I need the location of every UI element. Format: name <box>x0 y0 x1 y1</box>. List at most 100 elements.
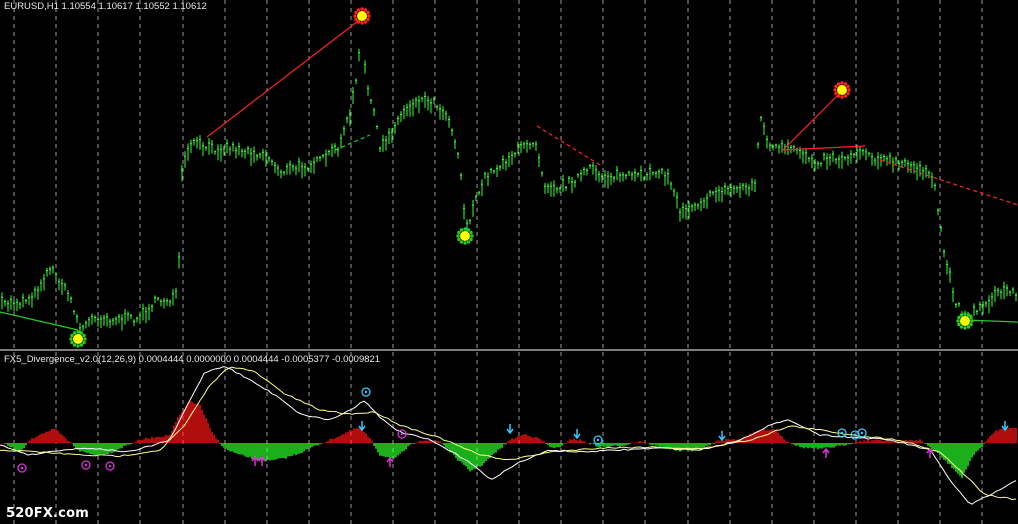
cyan-down-arrow-icon <box>1001 421 1009 432</box>
marker-ray <box>353 14 357 18</box>
marker-ray <box>72 331 77 335</box>
marker-ray <box>833 88 837 92</box>
marker-ray <box>836 82 841 86</box>
marker-ray <box>843 94 848 98</box>
indicator-header: FX5_Divergence_v2.0(12,26,9) 0.0004444 0… <box>4 354 381 365</box>
marker-ray <box>469 237 473 242</box>
marker-ray <box>356 8 361 12</box>
marker-ray <box>457 237 461 242</box>
marker-core <box>73 334 83 344</box>
magenta-circle-icon <box>81 460 91 470</box>
marker-ray <box>366 17 370 22</box>
price-pane <box>0 7 1018 348</box>
indicator-pane <box>0 365 1017 505</box>
marker-ray <box>356 20 361 24</box>
marker-ray <box>966 313 971 317</box>
marker-ray <box>360 7 364 11</box>
marker-core <box>357 11 367 21</box>
divergence-line <box>536 125 601 166</box>
marker-ray <box>82 333 86 338</box>
magenta-up-arrow-icon <box>386 456 394 467</box>
marker-ray <box>360 21 364 25</box>
marker-ray <box>354 10 358 15</box>
cyan-circle-icon <box>361 387 371 397</box>
marker-ray <box>969 315 973 320</box>
magenta-up-arrow-icon <box>251 455 259 466</box>
marker-ray <box>969 322 973 327</box>
cyan-circle-icon <box>593 435 603 445</box>
marker-ray <box>963 312 967 316</box>
ring-dot <box>400 432 404 436</box>
ring-dot <box>20 466 24 470</box>
marker-ray <box>956 319 960 323</box>
marker-ray <box>367 14 371 18</box>
marker-ray <box>957 315 961 320</box>
ring-dot <box>840 431 844 435</box>
macd-line <box>0 365 1017 505</box>
magenta-up-arrow-icon <box>822 447 830 458</box>
bull-divergence-line <box>334 134 371 151</box>
marker-ray <box>459 240 464 244</box>
marker-ray <box>76 330 80 334</box>
ring-dot <box>108 464 112 468</box>
ring-dot <box>596 438 600 442</box>
marker-ray <box>363 8 368 12</box>
divergence-line <box>782 145 866 151</box>
marker-ray <box>70 333 74 338</box>
marker-ray <box>840 95 844 99</box>
signal-line <box>0 366 1017 501</box>
marker-ray <box>843 82 848 86</box>
marker-ray <box>957 322 961 327</box>
marker-ray <box>834 84 838 89</box>
cyan-down-arrow-icon <box>718 431 726 442</box>
marker-ray <box>457 230 461 235</box>
marker-ray <box>354 17 358 22</box>
marker-ray <box>963 326 967 330</box>
marker-ray <box>459 228 464 232</box>
marker-ray <box>847 88 851 92</box>
symbol-header: EURUSD,H1 1.10554 1.10617 1.10552 1.1061… <box>4 1 207 12</box>
marker-ray <box>79 343 84 347</box>
marker-ray <box>846 91 850 96</box>
marker-ray <box>966 325 971 329</box>
chart-canvas[interactable] <box>0 0 1018 524</box>
marker-ray <box>363 20 368 24</box>
marker-ray <box>959 313 964 317</box>
marker-ray <box>69 337 73 341</box>
marker-ray <box>72 343 77 347</box>
marker-core <box>460 231 470 241</box>
cyan-down-arrow-icon <box>573 429 581 440</box>
ring-dot <box>860 431 864 435</box>
cyan-circle-icon <box>857 428 867 438</box>
magenta-circle-icon <box>17 463 27 473</box>
marker-ray <box>466 240 471 244</box>
ring-dot <box>84 463 88 467</box>
marker-ray <box>840 81 844 85</box>
divergence-line <box>206 17 363 138</box>
marker-ray <box>470 234 474 238</box>
marker-ray <box>836 94 841 98</box>
chart-window[interactable]: EURUSD,H1 1.10554 1.10617 1.10552 1.1061… <box>0 0 1018 524</box>
watermark-logo: 520FX.com <box>6 506 89 521</box>
cyan-down-arrow-icon <box>506 424 514 435</box>
marker-ray <box>70 340 74 345</box>
marker-ray <box>83 337 87 341</box>
marker-ray <box>366 10 370 15</box>
marker-ray <box>76 344 80 348</box>
ring-dot <box>853 433 857 437</box>
marker-ray <box>970 319 974 323</box>
bull-divergence-line <box>0 311 79 331</box>
marker-ray <box>469 230 473 235</box>
marker-ray <box>466 228 471 232</box>
sun-top-icon <box>833 81 851 99</box>
ring-dot <box>364 390 368 394</box>
marker-ray <box>456 234 460 238</box>
marker-ray <box>79 331 84 335</box>
marker-core <box>837 85 847 95</box>
marker-ray <box>846 84 850 89</box>
marker-ray <box>463 241 467 245</box>
magenta-circle-icon <box>105 461 115 471</box>
sun-bottom-icon <box>456 227 474 245</box>
marker-ray <box>959 325 964 329</box>
divergence-line <box>879 159 1018 206</box>
